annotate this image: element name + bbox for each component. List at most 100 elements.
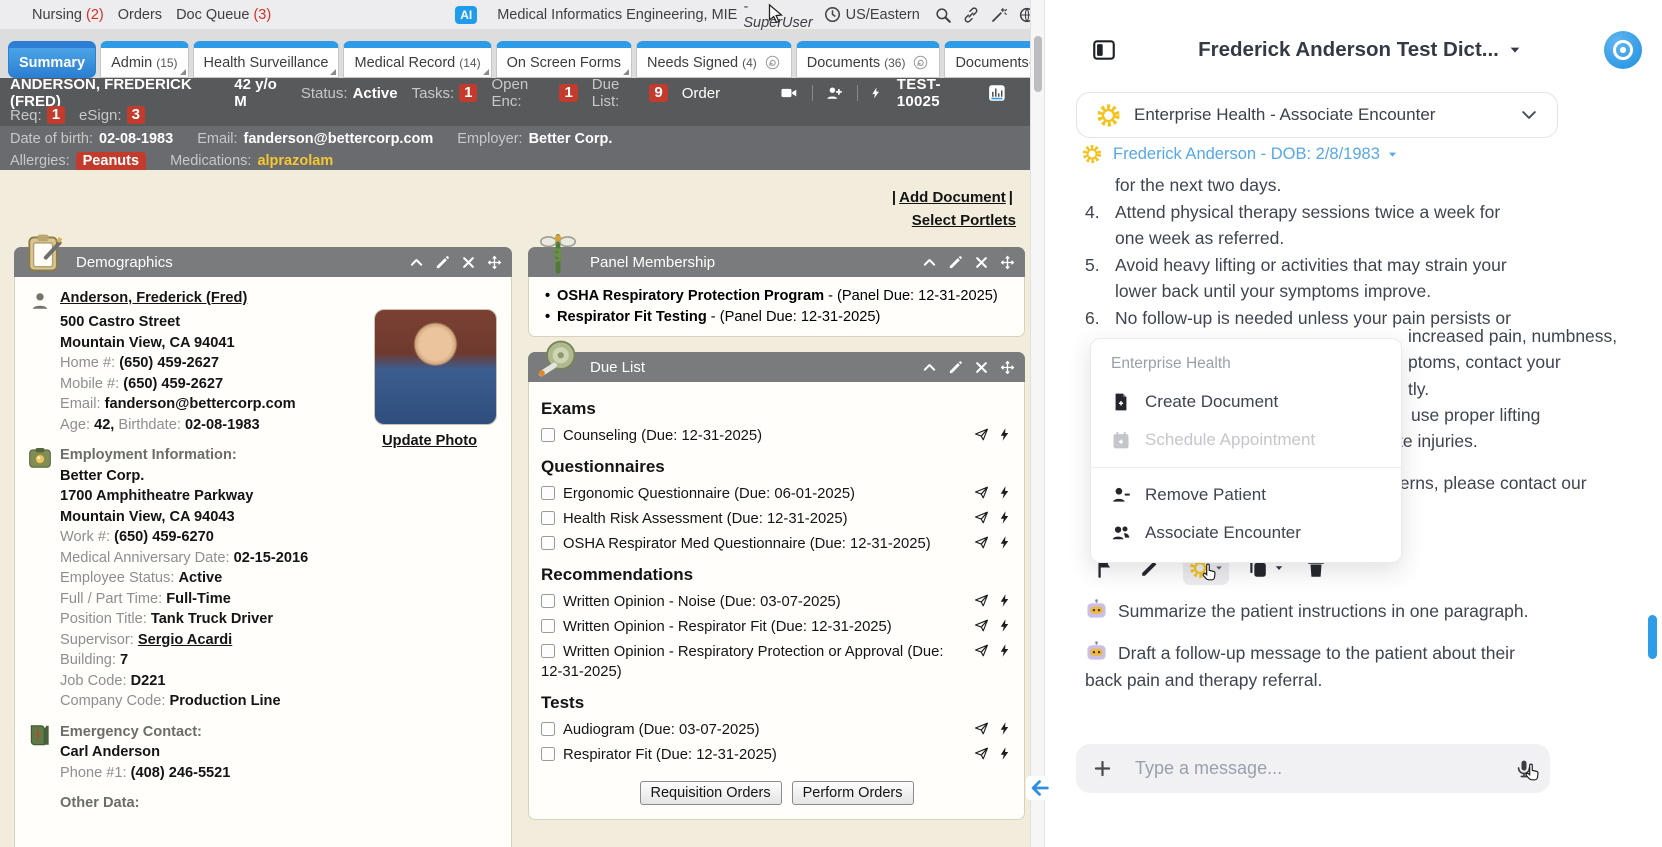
bolt-icon[interactable] [997,721,1012,736]
top-nav-item[interactable]: Doc Queue (3) [176,7,271,23]
due-item-checkbox[interactable] [541,746,555,761]
edit-icon[interactable] [948,255,963,270]
due-item-checkbox[interactable] [541,427,555,442]
assistant-logo [1604,31,1642,69]
field-value[interactable]: Sergio Acardi [138,632,232,648]
edit-icon[interactable] [435,255,450,270]
close-icon[interactable] [461,255,476,270]
tab-medical-record[interactable]: Medical Record (14) [343,41,492,78]
due-item-checkbox[interactable] [541,593,555,608]
caret-down-icon [1214,563,1224,573]
add-document-link[interactable]: Add Document [899,189,1006,206]
patient-context-link[interactable]: Frederick Anderson - DOB: 2/8/1983 [1081,143,1399,165]
timezone[interactable]: US/Eastern [823,5,920,24]
org-name[interactable]: Medical Informatics Engineering, MIE [497,7,737,23]
ai-badge[interactable]: AI [455,5,478,24]
tab-admin[interactable]: Admin (15) [100,41,189,78]
bolt-icon[interactable] [997,643,1012,658]
encounter-select[interactable]: Enterprise Health - Associate Encounter [1076,92,1558,138]
bolt-icon[interactable] [997,618,1012,633]
tab-health-surveillance[interactable]: Health Surveillance [192,41,340,78]
send-icon[interactable] [974,485,989,500]
open-enc-badge[interactable]: 1 [559,84,578,102]
move-icon[interactable] [1000,255,1015,270]
due-item-actions [966,427,1012,442]
menu-item-associate-encounter[interactable]: Associate Encounter [1091,514,1401,552]
tab-count: (15) [156,55,178,70]
bolt-icon[interactable] [997,485,1012,500]
link-icon[interactable] [962,6,980,24]
due-item-checkbox[interactable] [541,721,555,736]
send-icon[interactable] [974,510,989,525]
send-icon[interactable] [974,618,989,633]
list-number: 6. [1085,307,1100,328]
demographics-header[interactable]: Demographics [14,234,512,277]
panel-membership-header[interactable]: Panel Membership [528,234,1025,277]
send-icon[interactable] [974,593,989,608]
move-icon[interactable] [487,255,502,270]
bolt-icon[interactable] [997,510,1012,525]
patient-name[interactable]: ANDERSON, FREDERICK (FRED) [10,76,220,110]
tab-on-screen-forms[interactable]: On Screen Forms [495,41,632,78]
tasks-badge[interactable]: 1 [459,84,478,102]
menu-item-remove-patient[interactable]: Remove Patient [1091,476,1401,514]
due-item-checkbox[interactable] [541,535,555,550]
due-list-header[interactable]: Due List [528,340,1025,382]
chart-icon[interactable] [988,83,1006,103]
medication-value[interactable]: alprazolam [257,153,333,169]
collapse-icon[interactable] [409,255,424,270]
enterprise-health-menu: Enterprise Health Create Document Schedul… [1090,338,1402,563]
due-list-badge[interactable]: 9 [649,84,668,102]
perform-orders-button[interactable]: Perform Orders [791,781,914,805]
move-icon[interactable] [1000,360,1015,375]
bolt-icon[interactable] [997,427,1012,442]
order-link[interactable]: Order [682,85,720,102]
message-input[interactable] [1135,758,1514,779]
calplus-icon [1111,430,1131,450]
panel-scrollbar-thumb[interactable] [1648,615,1657,659]
bolt-icon[interactable] [997,746,1012,761]
req-badge[interactable]: 1 [46,106,66,124]
close-icon[interactable] [974,360,989,375]
due-item-checkbox[interactable] [541,485,555,500]
update-photo-link[interactable]: Update Photo [382,433,477,449]
allergy-badge[interactable]: Peanuts [75,151,147,171]
tab-documents[interactable]: Documents (36) [795,41,941,78]
edit-icon[interactable] [948,360,963,375]
tab-needs-signed[interactable]: Needs Signed (4) [636,41,792,78]
panel-toggle-icon[interactable] [1091,37,1117,63]
bolt-icon[interactable] [997,535,1012,550]
collapse-panel-arrow[interactable] [1026,776,1054,800]
microphone-icon[interactable] [1514,757,1534,781]
due-item-checkbox[interactable] [541,510,555,525]
top-nav-item[interactable]: Nursing (2) [32,7,104,23]
add-person-icon[interactable] [825,83,843,103]
top-nav-item[interactable]: Orders [118,7,162,23]
attach-plus-icon[interactable] [1092,758,1113,779]
patient-name-link[interactable]: Anderson, Frederick (Fred) [60,290,247,306]
send-icon[interactable] [974,643,989,658]
send-icon[interactable] [974,427,989,442]
send-icon[interactable] [974,746,989,761]
conversation-title-dropdown[interactable]: Frederick Anderson Test Dict... [1117,38,1604,62]
app-scrollbar-thumb[interactable] [1033,36,1042,92]
collapse-icon[interactable] [922,255,937,270]
due-item-checkbox[interactable] [541,643,555,658]
collapse-icon[interactable] [922,360,937,375]
search-icon[interactable] [934,6,952,24]
due-item-checkbox[interactable] [541,618,555,633]
wand-icon[interactable] [990,6,1008,24]
suggested-prompt[interactable]: Summarize the patient instructions in on… [1085,598,1541,625]
video-camera-icon[interactable] [780,83,798,103]
menu-item-create-document[interactable]: Create Document [1091,383,1401,421]
requisition-orders-button[interactable]: Requisition Orders [639,781,782,805]
bolt-icon[interactable] [869,83,882,103]
suggested-prompt[interactable]: Draft a follow-up message to the patient… [1085,640,1541,694]
close-icon[interactable] [974,255,989,270]
select-portlets-link[interactable]: Select Portlets [912,212,1016,229]
bolt-icon[interactable] [997,593,1012,608]
send-icon[interactable] [974,721,989,736]
esign-badge[interactable]: 3 [126,106,145,124]
send-icon[interactable] [974,535,989,550]
tab-summary[interactable]: Summary [8,41,97,78]
